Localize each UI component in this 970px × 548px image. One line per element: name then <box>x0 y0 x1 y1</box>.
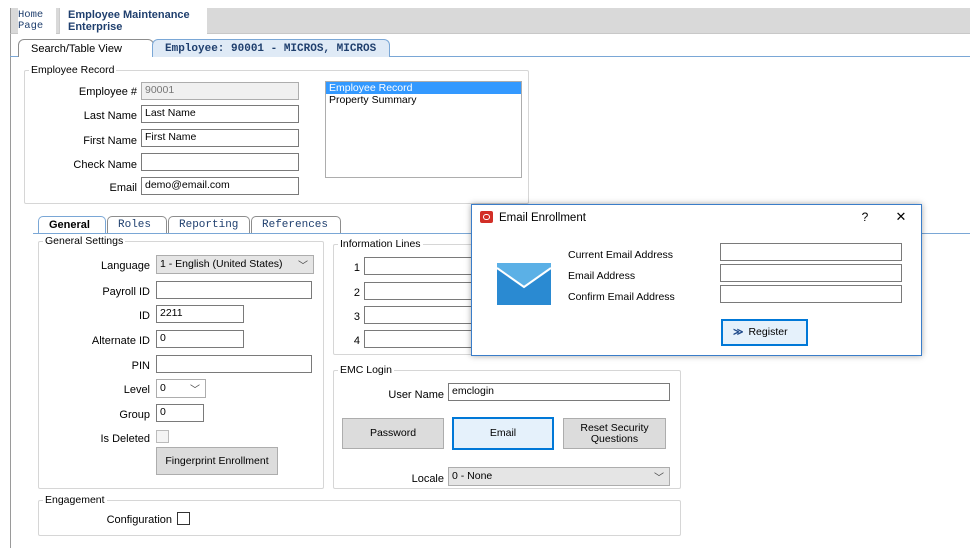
locale-select[interactable]: 0 - None ﹀ <box>448 467 670 486</box>
button-label: Fingerprint Enrollment <box>165 454 269 467</box>
chevron-right-icon: ≫ <box>733 327 744 338</box>
tab-label: Search/Table View <box>31 43 122 55</box>
language-select[interactable]: 1 - English (United States) ﹀ <box>156 255 314 274</box>
tab-label: Roles <box>118 219 152 231</box>
info-line-2-field[interactable] <box>364 282 474 300</box>
last-name-field[interactable]: Last Name <box>141 105 299 123</box>
reset-security-questions-button[interactable]: Reset Security Questions <box>563 418 666 449</box>
tab-label: References <box>262 219 329 231</box>
dialog-title: Email Enrollment <box>499 212 586 224</box>
chevron-down-icon: ﹀ <box>654 473 664 484</box>
language-label: Language <box>101 260 150 272</box>
id-label: ID <box>139 310 150 322</box>
tab-label: Reporting <box>179 219 239 231</box>
alternate-id-label: Alternate ID <box>91 335 150 347</box>
user-name-field[interactable]: emclogin <box>448 383 670 401</box>
employee-record-legend: Employee Record <box>31 64 115 76</box>
password-button[interactable]: Password <box>342 418 444 449</box>
help-icon[interactable]: ? <box>858 210 872 224</box>
email-field[interactable]: demo@email.com <box>141 177 299 195</box>
check-name-field[interactable] <box>141 153 299 171</box>
tab-employee[interactable]: Employee: 90001 - MICROS, MICROS <box>152 39 390 57</box>
current-email-field[interactable] <box>720 243 902 261</box>
button-label: Questions <box>590 432 639 445</box>
general-settings-legend: General Settings <box>45 235 124 247</box>
chevron-down-icon: ﹀ <box>298 261 308 272</box>
info-line-number: 2 <box>353 287 360 299</box>
app-title: Employee Maintenance <box>68 9 190 21</box>
information-lines-legend: Information Lines <box>340 238 421 250</box>
employee-no-label: Employee # <box>78 86 137 98</box>
tab-reporting[interactable]: Reporting <box>168 216 250 233</box>
pin-label: PIN <box>131 360 150 372</box>
locale-value: 0 - None <box>452 470 493 482</box>
email-address-label: Email Address <box>568 270 636 282</box>
button-label: Email <box>489 427 517 439</box>
list-item-employee-record[interactable]: Employee Record <box>326 82 521 94</box>
record-section-list[interactable]: Employee Record Property Summary <box>325 81 522 178</box>
employee-no-field[interactable]: 90001 <box>141 82 299 100</box>
payroll-id-field[interactable] <box>156 281 312 299</box>
configuration-label: Configuration <box>106 514 172 526</box>
button-label: Register <box>748 326 788 338</box>
configuration-checkbox[interactable] <box>177 512 190 525</box>
info-line-number: 3 <box>353 311 360 323</box>
group-field[interactable]: 0 <box>156 404 204 422</box>
home-line2: Page <box>18 20 44 32</box>
first-name-label: First Name <box>83 135 137 147</box>
app-breadcrumb: Employee Maintenance Enterprise <box>59 8 207 34</box>
emc-login-legend: EMC Login <box>340 364 392 376</box>
locale-label: Locale <box>411 473 444 485</box>
button-label: Reset Security <box>580 421 649 434</box>
home-page-link[interactable]: Home Page <box>18 8 56 34</box>
pin-field[interactable] <box>156 355 312 373</box>
info-line-3-field[interactable] <box>364 306 474 324</box>
button-label: Password <box>369 427 417 439</box>
email-label: Email <box>109 182 137 194</box>
level-label: Level <box>123 384 150 396</box>
group-label: Group <box>119 409 150 421</box>
confirm-email-label: Confirm Email Address <box>568 291 675 303</box>
list-item-property-summary[interactable]: Property Summary <box>326 94 521 106</box>
info-line-4-field[interactable] <box>364 330 474 348</box>
is-deleted-checkbox[interactable] <box>156 430 169 443</box>
level-value: 0 <box>160 382 166 394</box>
email-button[interactable]: Email <box>452 417 554 450</box>
fingerprint-enrollment-button[interactable]: Fingerprint Enrollment <box>156 447 278 475</box>
app-logo-icon <box>480 211 493 223</box>
info-line-1-field[interactable] <box>364 257 474 275</box>
confirm-email-field[interactable] <box>720 285 902 303</box>
envelope-icon <box>497 263 551 305</box>
register-button[interactable]: ≫ Register <box>721 319 808 346</box>
payroll-id-label: Payroll ID <box>102 286 150 298</box>
chevron-down-icon: ﹀ <box>190 385 200 396</box>
tab-roles[interactable]: Roles <box>107 216 167 233</box>
id-field[interactable]: 2211 <box>156 305 244 323</box>
tab-general[interactable]: General <box>38 216 106 233</box>
engagement-legend: Engagement <box>45 494 105 506</box>
last-name-label: Last Name <box>83 110 137 122</box>
tab-search-table-view[interactable]: Search/Table View <box>18 39 154 57</box>
level-select[interactable]: 0 ﹀ <box>156 379 206 398</box>
info-line-number: 4 <box>353 335 360 347</box>
current-email-label: Current Email Address <box>568 249 674 261</box>
app-subtitle: Enterprise <box>68 21 123 33</box>
tab-label: General <box>49 219 90 231</box>
info-line-number: 1 <box>353 262 360 274</box>
check-name-label: Check Name <box>73 159 137 171</box>
email-address-field[interactable] <box>720 264 902 282</box>
first-name-field[interactable]: First Name <box>141 129 299 147</box>
tab-references[interactable]: References <box>251 216 341 233</box>
tab-label: Employee: 90001 - MICROS, MICROS <box>165 43 377 55</box>
close-icon[interactable]: ✕ <box>892 209 910 225</box>
language-value: 1 - English (United States) <box>160 258 283 270</box>
alternate-id-field[interactable]: 0 <box>156 330 244 348</box>
user-name-label: User Name <box>388 389 444 401</box>
is-deleted-label: Is Deleted <box>100 433 150 445</box>
email-enrollment-dialog: Email Enrollment ? ✕ Current Email Addre… <box>471 204 922 356</box>
left-border <box>10 34 11 548</box>
